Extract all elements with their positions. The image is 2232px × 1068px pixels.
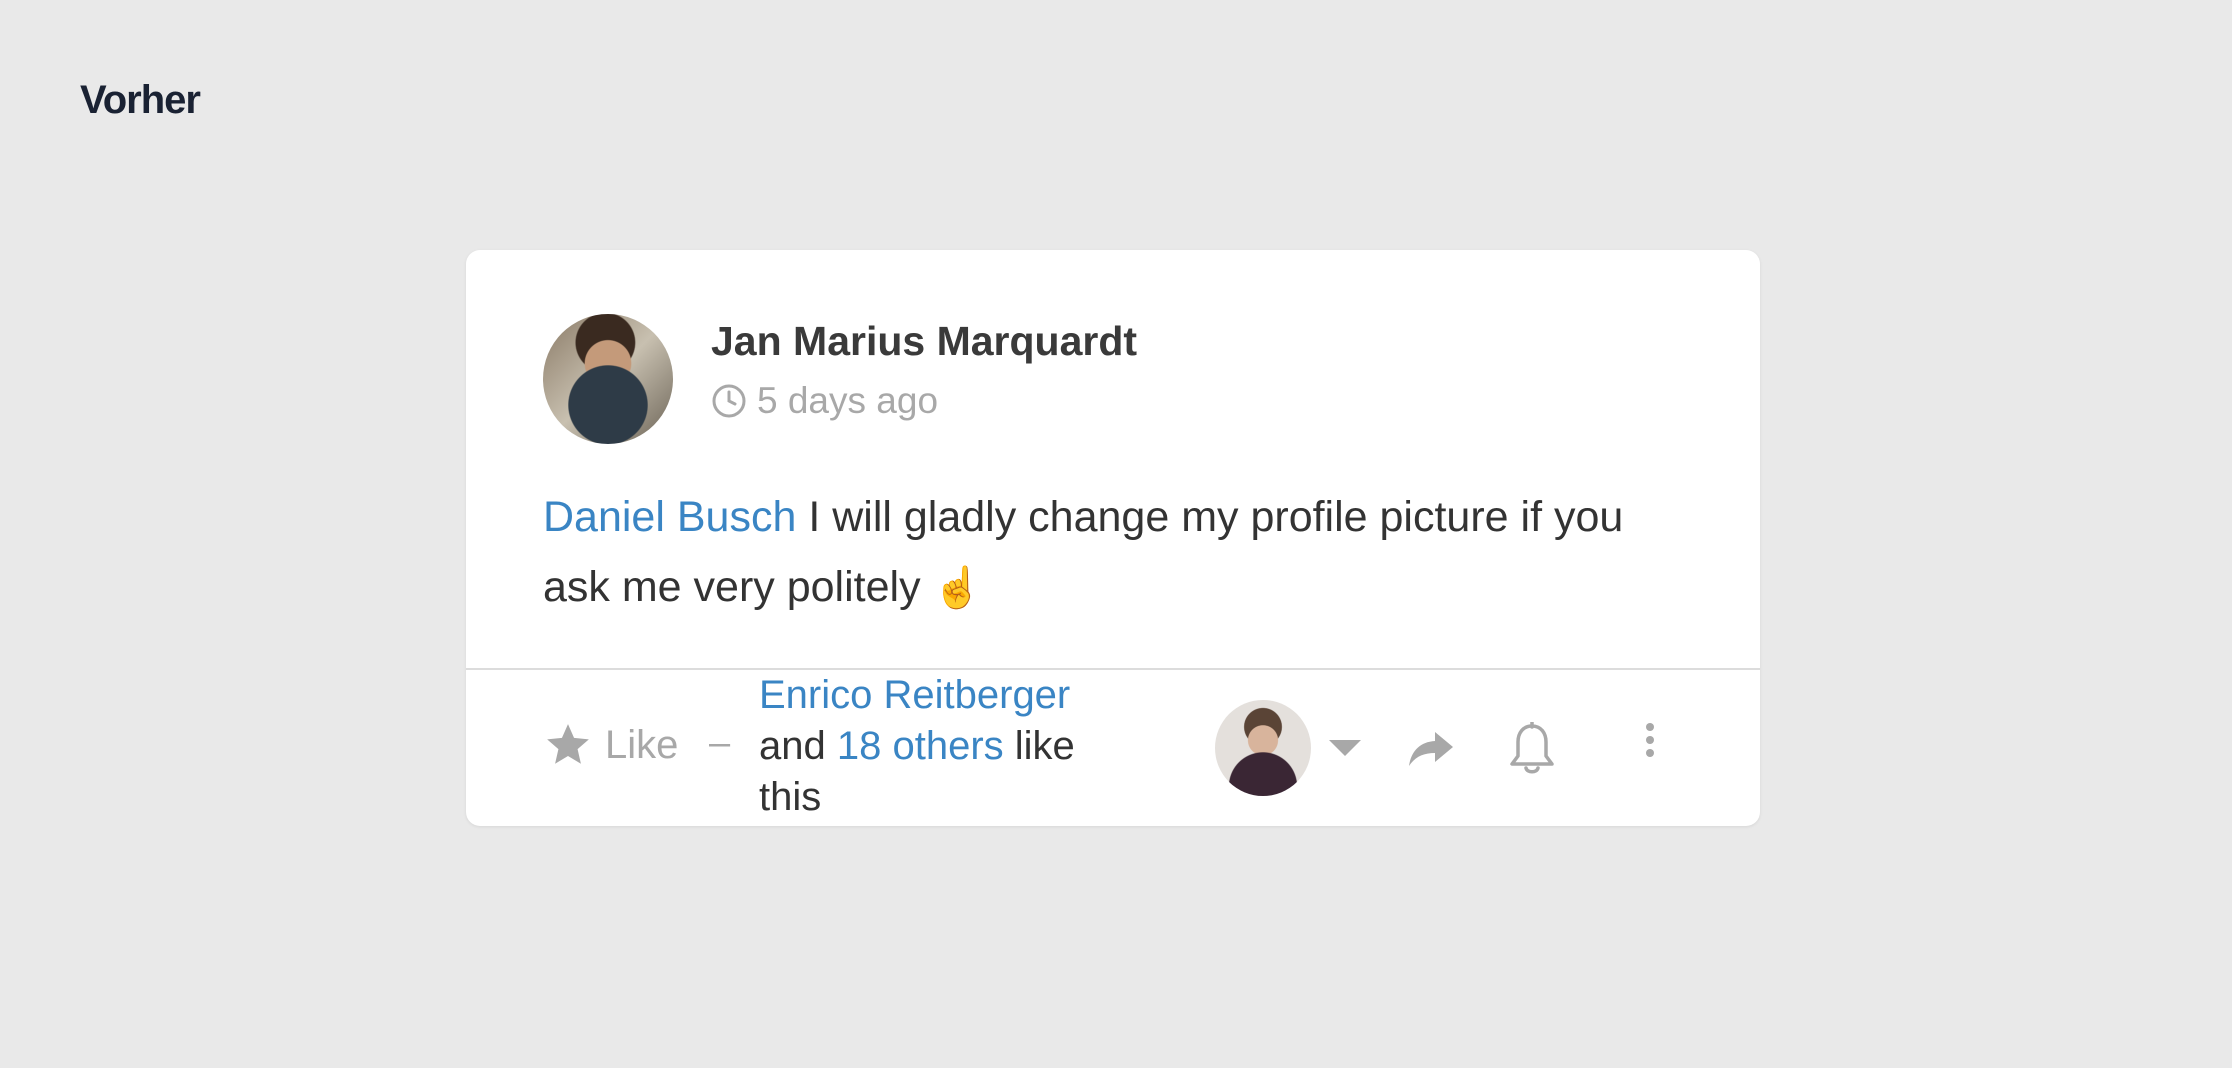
current-user-avatar[interactable] [1215, 700, 1311, 796]
like-button[interactable]: Like [543, 720, 678, 770]
page-heading: Vorher [80, 78, 201, 122]
author-avatar[interactable] [543, 314, 673, 444]
bell-icon[interactable] [1508, 722, 1556, 776]
author-name[interactable]: Jan Marius Marquardt [711, 318, 1137, 365]
others-link[interactable]: 18 others [837, 724, 1004, 768]
pointing-up-emoji: ☝️ [932, 566, 983, 610]
post-card: Jan Marius Marquardt 5 days ago Daniel B… [466, 250, 1760, 826]
post-timestamp: 5 days ago [711, 380, 938, 422]
like-label: Like [605, 722, 679, 767]
like-separator: – [709, 722, 731, 764]
chevron-down-icon[interactable] [1328, 738, 1362, 758]
post-body: Daniel Busch I will gladly change my pro… [543, 482, 1673, 623]
star-icon [547, 724, 589, 764]
timestamp-text: 5 days ago [757, 380, 939, 421]
clock-icon [712, 384, 746, 418]
mention-link[interactable]: Daniel Busch [543, 493, 796, 541]
liker-name-link[interactable]: Enrico Reitberger [759, 673, 1070, 717]
and-text: and [759, 724, 837, 768]
more-vertical-icon[interactable] [1644, 722, 1656, 762]
share-icon[interactable] [1407, 728, 1455, 768]
likers-summary: Enrico Reitberger and 18 others like this [759, 670, 1139, 823]
post-footer: Like – Enrico Reitberger and 18 others li… [466, 670, 1760, 826]
